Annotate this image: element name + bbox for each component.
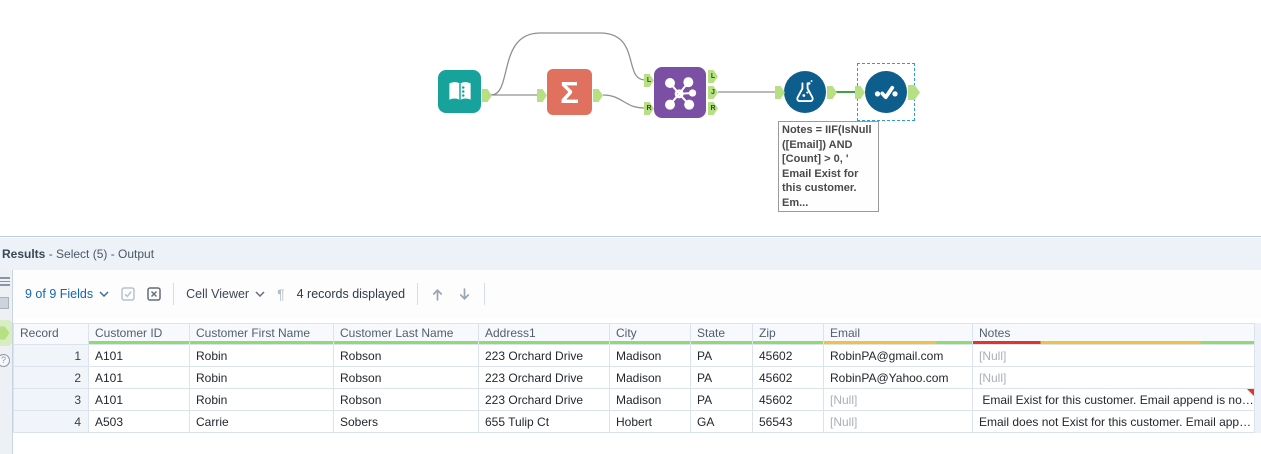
cell[interactable]: 56543 [752, 410, 824, 433]
scroll-up-icon[interactable] [430, 287, 445, 302]
cell[interactable]: 223 Orchard Drive [478, 366, 610, 389]
join-network-icon [665, 76, 697, 110]
column-header-state[interactable]: State [690, 323, 753, 345]
results-toolbar: 9 of 9 Fields Cell Viewer ¶ 4 records di… [13, 270, 1261, 318]
panel-menu-icon[interactable] [0, 277, 10, 286]
table-row: 1 A101 Robin Robson 223 Orchard Drive Ma… [13, 344, 1255, 367]
results-panel: Results - Select (5) - Output ? 9 of 9 F… [0, 236, 1261, 454]
table-row: 4 A503 Carrie Sobers 655 Tulip Ct Hobert… [13, 410, 1255, 433]
column-header-address1[interactable]: Address1 [478, 323, 610, 345]
cell[interactable]: PA [690, 366, 753, 389]
cell-warning-flag [1246, 389, 1254, 396]
column-header-city[interactable]: City [609, 323, 691, 345]
connections-layer [490, 32, 857, 109]
cell[interactable]: RobinPA@gmail.com [823, 344, 973, 367]
open-book-icon [448, 81, 471, 100]
results-title-context: - Select (5) - Output [45, 247, 155, 261]
output-anchor-icon [0, 326, 10, 340]
table-row: 2 A101 Robin Robson 223 Orchard Drive Ma… [13, 366, 1255, 389]
cell[interactable]: Email Exist for this customer. Email app… [972, 388, 1255, 411]
summarize-tool[interactable]: Σ [547, 69, 592, 115]
cell[interactable]: Hobert [609, 410, 691, 433]
cell[interactable]: Carrie [189, 410, 334, 433]
fields-dropdown-label: 9 of 9 Fields [25, 287, 94, 301]
toolbar-separator [417, 283, 419, 305]
results-panel-title: Results - Select (5) - Output [0, 238, 1261, 270]
cell[interactable]: [Null] [972, 366, 1255, 389]
cell[interactable]: Robson [333, 344, 479, 367]
cell[interactable]: PA [690, 388, 753, 411]
cell[interactable]: Madison [609, 344, 691, 367]
show-whitespace-icon[interactable]: ¶ [277, 286, 285, 302]
select-tool[interactable] [865, 71, 907, 113]
results-title-label: Results [2, 247, 46, 261]
alteryx-designer-window: Σ L R L J R Notes = IIF(IsNull ([Email])… [0, 0, 1261, 454]
column-header-last-name[interactable]: Customer Last Name [333, 323, 479, 345]
cell[interactable]: A101 [88, 366, 190, 389]
cell[interactable]: Robin [189, 344, 334, 367]
record-number-cell[interactable]: 2 [13, 366, 89, 389]
column-header-email[interactable]: Email [823, 323, 973, 345]
connection-summarize-to-join-R[interactable] [602, 94, 645, 109]
help-icon[interactable]: ? [0, 354, 10, 367]
active-anchor-indicator[interactable] [0, 320, 12, 346]
cell[interactable]: 45602 [752, 388, 824, 411]
record-number-cell[interactable]: 3 [13, 388, 89, 411]
sigma-icon: Σ [560, 74, 579, 110]
records-displayed-label: 4 records displayed [296, 287, 406, 301]
cell-viewer-label: Cell Viewer [186, 287, 250, 301]
results-side-strip: ? [0, 270, 13, 454]
select-check-icon [874, 85, 898, 100]
deselect-fields-icon[interactable] [147, 287, 161, 301]
column-header-zip[interactable]: Zip [752, 323, 824, 345]
cell[interactable]: 223 Orchard Drive [478, 388, 610, 411]
cell[interactable]: 45602 [752, 366, 824, 389]
column-header-first-name[interactable]: Customer First Name [189, 323, 334, 345]
cell[interactable]: PA [690, 344, 753, 367]
grid-header-row: Record Customer ID Customer First Name C… [13, 323, 1255, 345]
scroll-down-icon[interactable] [457, 287, 472, 302]
panel-dock-icon[interactable] [0, 297, 9, 309]
cell-viewer-dropdown[interactable]: Cell Viewer [186, 287, 265, 301]
cell[interactable]: Madison [609, 366, 691, 389]
formula-tool[interactable] [784, 71, 826, 113]
chevron-down-icon [99, 291, 109, 297]
cell[interactable]: GA [690, 410, 753, 433]
cell[interactable]: Robson [333, 388, 479, 411]
cell[interactable]: 655 Tulip Ct [478, 410, 610, 433]
flask-icon [796, 80, 814, 103]
input-data-tool[interactable] [438, 70, 481, 113]
results-data-grid: Record Customer ID Customer First Name C… [13, 323, 1255, 433]
cell[interactable]: Robson [333, 366, 479, 389]
cell[interactable]: Robin [189, 388, 334, 411]
toolbar-separator [173, 283, 175, 305]
cell[interactable]: [Null] [823, 388, 973, 411]
cell[interactable]: [Null] [823, 410, 973, 433]
toolbar-separator [484, 283, 486, 305]
fields-dropdown[interactable]: 9 of 9 Fields [25, 287, 109, 301]
cell[interactable]: [Null] [972, 344, 1255, 367]
cell[interactable]: A101 [88, 344, 190, 367]
column-header-customer-id[interactable]: Customer ID [88, 323, 190, 345]
record-number-cell[interactable]: 1 [13, 344, 89, 367]
record-number-cell[interactable]: 4 [13, 410, 89, 433]
cell[interactable]: 45602 [752, 344, 824, 367]
column-header-record[interactable]: Record [13, 323, 89, 345]
cell[interactable]: 223 Orchard Drive [478, 344, 610, 367]
formula-annotation[interactable]: Notes = IIF(IsNull ([Email]) AND [Count]… [778, 121, 879, 212]
cell[interactable]: Madison [609, 388, 691, 411]
cell[interactable]: Robin [189, 366, 334, 389]
cell[interactable]: Sobers [333, 410, 479, 433]
chevron-down-icon [255, 291, 265, 297]
workflow-canvas[interactable]: Σ L R L J R Notes = IIF(IsNull ([Email])… [0, 0, 1261, 236]
join-tool[interactable] [654, 67, 706, 118]
cell[interactable]: Email does not Exist for this customer. … [972, 410, 1255, 433]
column-header-notes[interactable]: Notes [972, 323, 1255, 345]
table-row: 3 A101 Robin Robson 223 Orchard Drive Ma… [13, 388, 1255, 411]
cell[interactable]: RobinPA@Yahoo.com [823, 366, 973, 389]
select-checked-fields-icon[interactable] [121, 287, 135, 301]
cell[interactable]: A101 [88, 388, 190, 411]
cell[interactable]: A503 [88, 410, 190, 433]
